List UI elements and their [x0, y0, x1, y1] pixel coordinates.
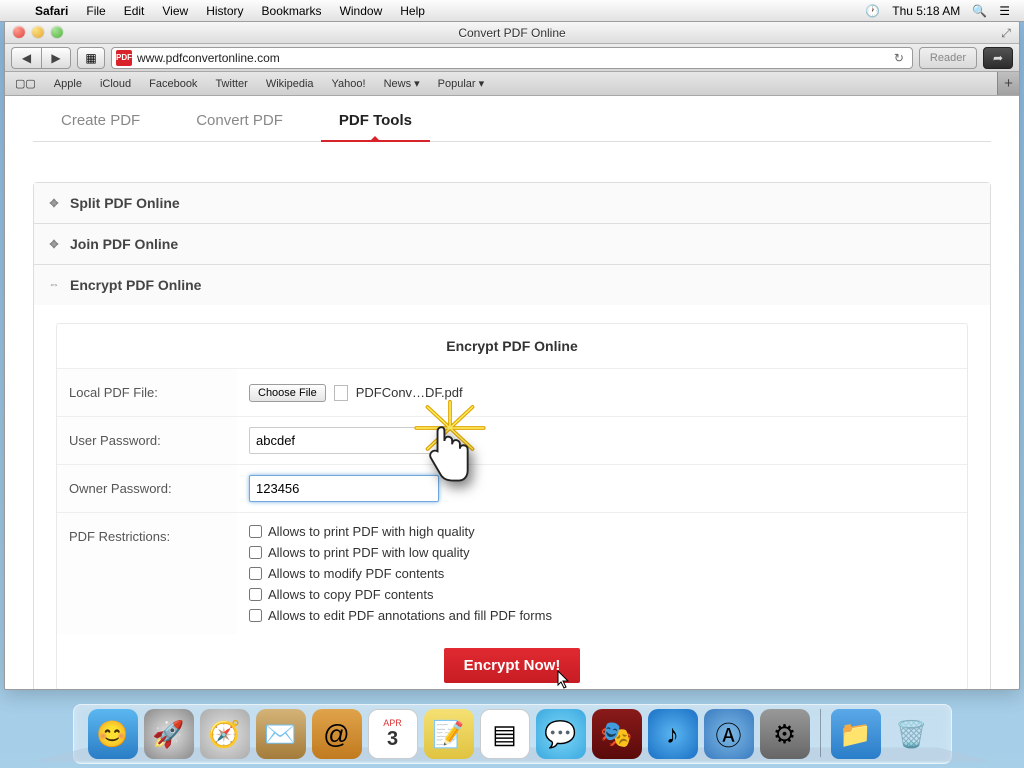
accordion-join-label: Join PDF Online — [70, 236, 178, 252]
share-button[interactable]: ➦ — [983, 47, 1013, 69]
notification-icon[interactable]: ☰ — [993, 0, 1016, 22]
url-bar[interactable]: PDF www.pdfconvertonline.com ↻ — [111, 47, 913, 69]
restriction-row-3[interactable]: Allows to copy PDF contents — [249, 586, 955, 603]
restriction-row-0[interactable]: Allows to print PDF with high quality — [249, 523, 955, 540]
restriction-row-4[interactable]: Allows to edit PDF annotations and fill … — [249, 607, 955, 624]
bookmark-icloud[interactable]: iCloud — [100, 78, 131, 90]
menu-bookmarks[interactable]: Bookmarks — [253, 0, 331, 22]
menubar-clock[interactable]: Thu 5:18 AM — [886, 0, 966, 22]
user-password-input[interactable] — [249, 427, 439, 454]
traffic-lights — [13, 26, 63, 38]
bookmark-yahoo[interactable]: Yahoo! — [332, 78, 366, 90]
menu-file[interactable]: File — [77, 0, 114, 22]
zoom-button[interactable] — [51, 26, 63, 38]
restriction-checkbox-3[interactable] — [249, 588, 262, 601]
tab-pdf-tools[interactable]: PDF Tools — [311, 102, 440, 141]
fullscreen-icon[interactable]: ⤢ — [999, 26, 1013, 40]
tab-convert-pdf[interactable]: Convert PDF — [168, 102, 311, 141]
forward-button[interactable]: ▶ — [41, 47, 71, 69]
accordion-split-label: Split PDF Online — [70, 195, 180, 211]
accordion-join-header[interactable]: ✥ Join PDF Online — [34, 224, 990, 264]
dock-itunes[interactable]: ♪ — [648, 709, 698, 759]
minimize-button[interactable] — [32, 26, 44, 38]
spotlight-icon[interactable]: 🔍 — [966, 0, 993, 22]
restriction-checkbox-4[interactable] — [249, 609, 262, 622]
restriction-checkbox-2[interactable] — [249, 567, 262, 580]
window-titlebar[interactable]: Convert PDF Online ⤢ — [5, 22, 1019, 44]
label-owner-password: Owner Password: — [57, 465, 237, 512]
menu-help[interactable]: Help — [391, 0, 434, 22]
accordion: ✥ Split PDF Online ✥ Join PDF Online ⇔ E… — [33, 182, 991, 689]
label-restrictions: PDF Restrictions: — [57, 513, 237, 634]
encrypt-form: Encrypt PDF Online Local PDF File: Choos… — [56, 323, 968, 689]
file-icon — [334, 385, 348, 401]
bookmark-news[interactable]: News ▾ — [384, 77, 420, 90]
url-text: www.pdfconvertonline.com — [137, 51, 885, 65]
bookmark-apple[interactable]: Apple — [54, 78, 82, 90]
favicon-icon: PDF — [116, 50, 132, 66]
site-tabs: Create PDF Convert PDF PDF Tools — [33, 102, 991, 142]
restriction-row-2[interactable]: Allows to modify PDF contents — [249, 565, 955, 582]
dock-appstore[interactable]: Ⓐ — [704, 709, 754, 759]
dock-safari[interactable]: 🧭 — [200, 709, 250, 759]
safari-toolbar: ◀ ▶ ▦ PDF www.pdfconvertonline.com ↻ Rea… — [5, 44, 1019, 72]
safari-window: Convert PDF Online ⤢ ◀ ▶ ▦ PDF www.pdfco… — [4, 22, 1020, 690]
dock-finder[interactable]: 😊 — [88, 709, 138, 759]
clock-icon[interactable]: 🕐 — [859, 0, 886, 22]
accordion-encrypt-label: Encrypt PDF Online — [70, 277, 201, 293]
owner-password-input[interactable] — [249, 475, 439, 502]
dock-contacts[interactable]: @ — [312, 709, 362, 759]
dock-calendar[interactable]: APR3 — [368, 709, 418, 759]
restriction-checkbox-0[interactable] — [249, 525, 262, 538]
reload-icon[interactable]: ↻ — [890, 51, 908, 65]
accordion-split-header[interactable]: ✥ Split PDF Online — [34, 183, 990, 223]
bookmark-wikipedia[interactable]: Wikipedia — [266, 78, 314, 90]
close-button[interactable] — [13, 26, 25, 38]
expand-icon: ✥ — [48, 197, 60, 209]
menu-history[interactable]: History — [197, 0, 252, 22]
bookmarks-button[interactable]: ▦ — [77, 47, 105, 69]
window-title: Convert PDF Online — [458, 26, 565, 40]
bookmark-popular[interactable]: Popular ▾ — [438, 77, 484, 90]
menu-window[interactable]: Window — [331, 0, 392, 22]
reader-button[interactable]: Reader — [919, 47, 977, 69]
dock: 😊 🚀 🧭 ✉️ @ APR3 📝 ▤ 💬 🎭 ♪ Ⓐ ⚙ 📁 🗑️ — [0, 690, 1024, 768]
form-title: Encrypt PDF Online — [57, 324, 967, 369]
macos-menubar: Safari File Edit View History Bookmarks … — [0, 0, 1024, 22]
bookmark-twitter[interactable]: Twitter — [215, 78, 247, 90]
webpage-content[interactable]: Create PDF Convert PDF PDF Tools ✥ Split… — [5, 96, 1019, 689]
label-user-password: User Password: — [57, 417, 237, 464]
accordion-encrypt-header[interactable]: ⇔ Encrypt PDF Online — [34, 265, 990, 305]
filename-text: PDFConv…DF.pdf — [356, 385, 463, 400]
bookmarks-bar-icon[interactable]: ▢▢ — [15, 77, 36, 90]
dock-trash[interactable]: 🗑️ — [887, 709, 937, 759]
back-button[interactable]: ◀ — [11, 47, 41, 69]
tab-create-pdf[interactable]: Create PDF — [33, 102, 168, 141]
expand-icon: ✥ — [48, 238, 60, 250]
apple-menu[interactable] — [8, 0, 26, 22]
bookmarks-bar: ▢▢ Apple iCloud Facebook Twitter Wikiped… — [5, 72, 1019, 96]
dock-mail[interactable]: ✉️ — [256, 709, 306, 759]
encrypt-now-button[interactable]: Encrypt Now! — [444, 648, 581, 683]
new-tab-button[interactable]: + — [997, 72, 1019, 95]
menu-edit[interactable]: Edit — [115, 0, 154, 22]
dock-launchpad[interactable]: 🚀 — [144, 709, 194, 759]
collapse-icon: ⇔ — [48, 279, 60, 291]
bookmark-facebook[interactable]: Facebook — [149, 78, 197, 90]
dock-notes[interactable]: 📝 — [424, 709, 474, 759]
app-menu[interactable]: Safari — [26, 0, 77, 22]
choose-file-button[interactable]: Choose File — [249, 384, 326, 402]
dock-reminders[interactable]: ▤ — [480, 709, 530, 759]
accordion-encrypt-body: Encrypt PDF Online Local PDF File: Choos… — [34, 305, 990, 689]
dock-downloads[interactable]: 📁 — [831, 709, 881, 759]
menu-view[interactable]: View — [153, 0, 197, 22]
label-local-file: Local PDF File: — [57, 369, 237, 416]
dock-messages[interactable]: 💬 — [536, 709, 586, 759]
restriction-row-1[interactable]: Allows to print PDF with low quality — [249, 544, 955, 561]
dock-preferences[interactable]: ⚙ — [760, 709, 810, 759]
restriction-checkbox-1[interactable] — [249, 546, 262, 559]
dock-photobooth[interactable]: 🎭 — [592, 709, 642, 759]
dock-separator — [820, 709, 821, 757]
